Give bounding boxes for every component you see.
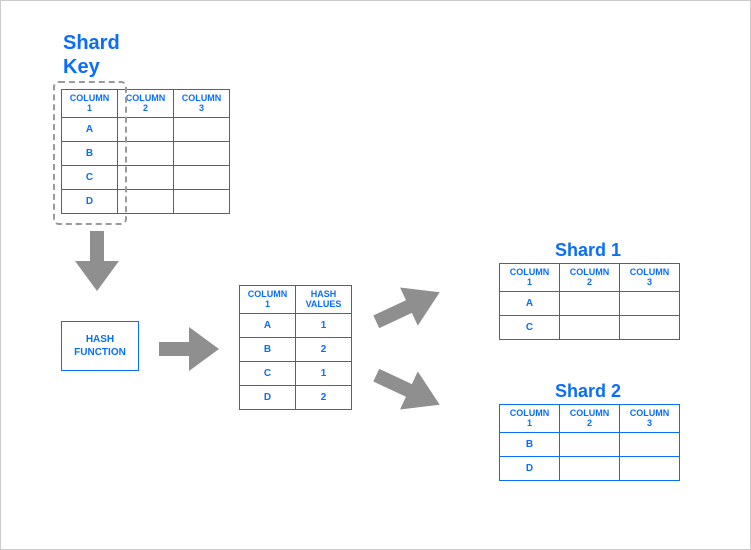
table-header-row: COLUMN 1 COLUMN 2 COLUMN 3 [500, 405, 680, 433]
shard-1-title: Shard 1 [555, 240, 621, 261]
table-header-row: COLUMN 1 COLUMN 2 COLUMN 3 [500, 264, 680, 292]
col-header: COLUMN 1 [500, 405, 560, 433]
shard-1-table: COLUMN 1 COLUMN 2 COLUMN 3 A C [499, 263, 680, 340]
table-row: C 1 [240, 361, 352, 385]
col-header: COLUMN 3 [620, 405, 680, 433]
cell: B [500, 432, 560, 456]
hash-values-table: COLUMN 1 HASH VALUES A 1 B 2 C 1 D 2 [239, 285, 352, 410]
table-header-row: COLUMN 1 HASH VALUES [240, 286, 352, 314]
cell: B [240, 337, 296, 361]
arrow-upright-icon [373, 278, 443, 336]
cell: C [500, 315, 560, 339]
table-header-row: COLUMN 1 COLUMN 2 COLUMN 3 [62, 90, 230, 118]
cell [560, 291, 620, 315]
cell: D [240, 385, 296, 409]
cell: C [240, 361, 296, 385]
cell [620, 291, 680, 315]
arrow-down-icon [75, 231, 119, 291]
cell [174, 165, 230, 189]
table-row: A 1 [240, 313, 352, 337]
table-row: B 2 [240, 337, 352, 361]
table-row: D [500, 456, 680, 480]
col-header: COLUMN 3 [620, 264, 680, 292]
cell: B [62, 141, 118, 165]
cell [174, 189, 230, 213]
col-header: COLUMN 1 [62, 90, 118, 118]
cell: A [62, 117, 118, 141]
cell [560, 432, 620, 456]
cell: A [240, 313, 296, 337]
col-header: COLUMN 2 [560, 405, 620, 433]
cell: D [62, 189, 118, 213]
cell: D [500, 456, 560, 480]
table-row: C [500, 315, 680, 339]
table-row: B [62, 141, 230, 165]
col-header: COLUMN 3 [174, 90, 230, 118]
col-header: COLUMN 2 [118, 90, 174, 118]
cell: 1 [296, 361, 352, 385]
cell [620, 315, 680, 339]
cell [118, 165, 174, 189]
cell [118, 141, 174, 165]
cell [620, 456, 680, 480]
cell [174, 117, 230, 141]
col-header: COLUMN 2 [560, 264, 620, 292]
col-header: HASH VALUES [296, 286, 352, 314]
col-header: COLUMN 1 [240, 286, 296, 314]
table-row: D 2 [240, 385, 352, 409]
table-row: B [500, 432, 680, 456]
arrow-right-icon [159, 327, 219, 371]
cell [560, 456, 620, 480]
diagram-canvas: Shard Key COLUMN 1 COLUMN 2 COLUMN 3 A B… [0, 0, 751, 550]
cell: 2 [296, 337, 352, 361]
cell [560, 315, 620, 339]
cell [174, 141, 230, 165]
cell: C [62, 165, 118, 189]
table-row: C [62, 165, 230, 189]
cell: 1 [296, 313, 352, 337]
shard-2-title: Shard 2 [555, 381, 621, 402]
col-header: COLUMN 1 [500, 264, 560, 292]
table-row: A [62, 117, 230, 141]
hash-function-box: HASH FUNCTION [61, 321, 139, 371]
table-row: A [500, 291, 680, 315]
shard-2-table: COLUMN 1 COLUMN 2 COLUMN 3 B D [499, 404, 680, 481]
source-table: COLUMN 1 COLUMN 2 COLUMN 3 A B C D [61, 89, 230, 214]
cell [118, 117, 174, 141]
cell [620, 432, 680, 456]
table-row: D [62, 189, 230, 213]
arrow-downright-icon [373, 361, 443, 419]
cell: A [500, 291, 560, 315]
cell: 2 [296, 385, 352, 409]
shard-key-title: Shard Key [63, 31, 120, 79]
cell [118, 189, 174, 213]
